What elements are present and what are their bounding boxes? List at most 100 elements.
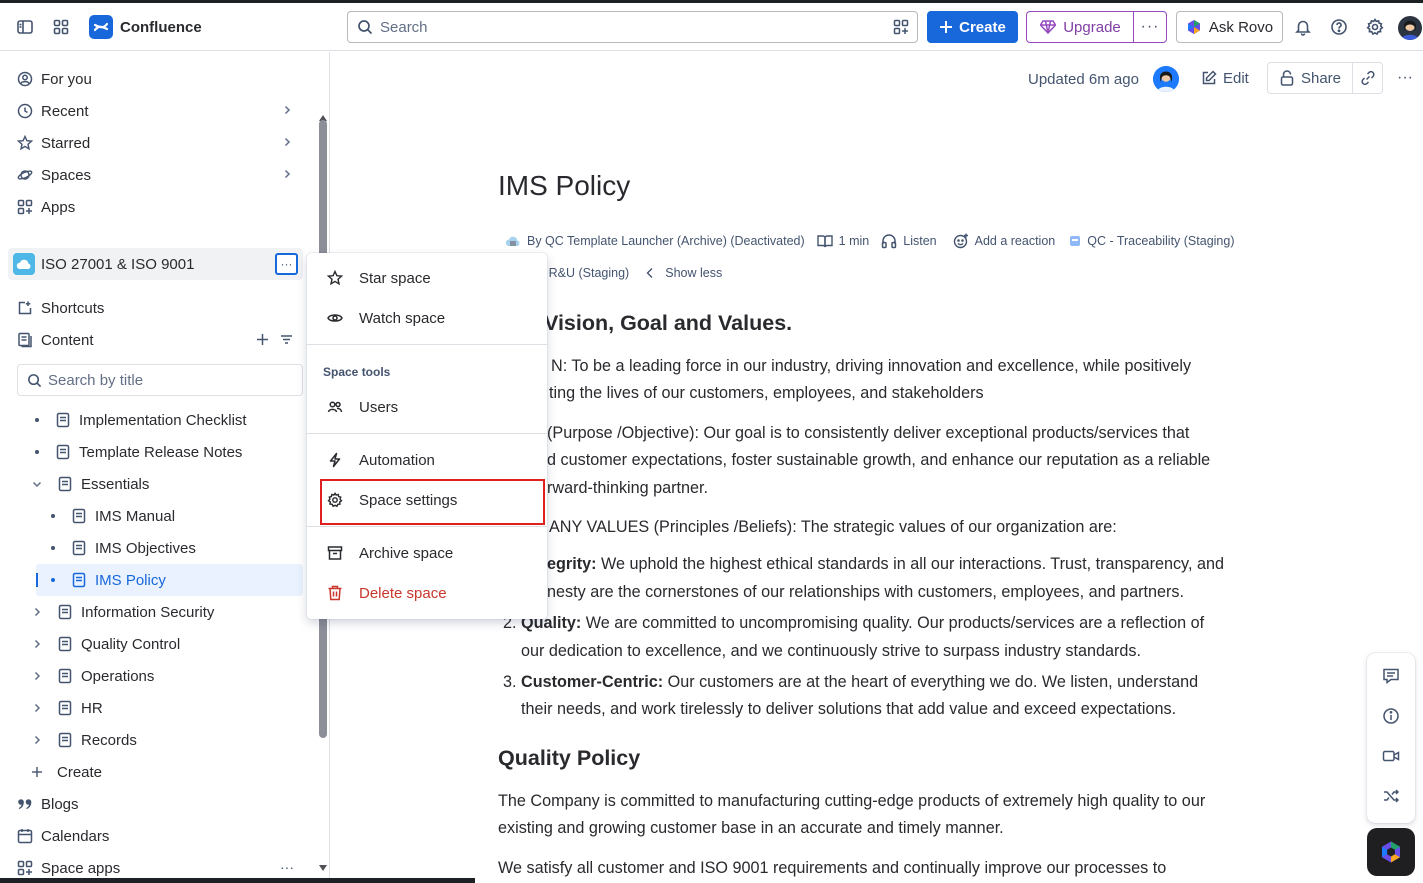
pencil-icon bbox=[1202, 70, 1217, 85]
tree-item-implementation-checklist[interactable]: Implementation Checklist bbox=[35, 405, 247, 435]
value-quality-line-2: our dedication to excellence, and we con… bbox=[521, 642, 1141, 660]
sidebar-item-apps[interactable]: Apps bbox=[8, 192, 303, 222]
value-customer-line-1: Customer-Centric: Our customers are at t… bbox=[521, 669, 1198, 697]
edit-button[interactable]: Edit bbox=[1201, 62, 1255, 94]
sidebar-item-starred[interactable]: Starred bbox=[8, 128, 303, 158]
global-search-input[interactable]: Search bbox=[347, 11, 918, 43]
chevron-right-icon[interactable] bbox=[31, 638, 43, 650]
tree-item-essentials[interactable]: Essentials bbox=[31, 469, 149, 499]
share-label: Share bbox=[1300, 69, 1342, 87]
menu-item-watch-space[interactable]: Watch space bbox=[307, 298, 547, 338]
eye-icon bbox=[327, 310, 343, 326]
page-title: IMS Policy bbox=[498, 170, 631, 201]
chevron-down-icon[interactable] bbox=[31, 478, 43, 490]
sidebar-item-content[interactable]: Content bbox=[8, 325, 303, 355]
bell-icon[interactable] bbox=[1291, 15, 1315, 39]
info-icon[interactable] bbox=[1381, 706, 1401, 726]
app-name: Confluence bbox=[120, 18, 202, 36]
current-space-header[interactable]: ISO 27001 & ISO 9001 ··· bbox=[8, 248, 303, 280]
menu-item-archive-space[interactable]: Archive space bbox=[307, 533, 547, 573]
chevron-right-icon[interactable] bbox=[281, 104, 293, 116]
chevron-right-icon[interactable] bbox=[31, 606, 43, 618]
page-icon bbox=[57, 668, 73, 684]
search-by-title-input[interactable]: Search by title bbox=[17, 364, 303, 396]
rovo-chat-button[interactable] bbox=[1367, 828, 1415, 876]
chevron-right-icon[interactable] bbox=[31, 702, 43, 714]
comment-icon[interactable] bbox=[1381, 666, 1401, 686]
tree-item-records[interactable]: Records bbox=[31, 725, 137, 755]
tree-item-operations[interactable]: Operations bbox=[31, 661, 154, 691]
user-avatar[interactable] bbox=[1398, 16, 1422, 40]
chevron-right-icon[interactable] bbox=[31, 670, 43, 682]
lock-icon bbox=[1280, 70, 1294, 86]
bullet bbox=[35, 418, 39, 422]
listen-button[interactable]: Listen bbox=[903, 234, 936, 248]
tree-item-quality-control[interactable]: Quality Control bbox=[31, 629, 180, 659]
menu-divider bbox=[307, 526, 547, 527]
shuffle-icon[interactable] bbox=[1381, 786, 1401, 806]
sidebar-item-calendars[interactable]: Calendars bbox=[8, 821, 303, 851]
more-horizontal-icon[interactable]: ··· bbox=[280, 859, 294, 875]
tree-item-information-security[interactable]: Information Security bbox=[31, 597, 214, 627]
add-content-icon[interactable] bbox=[256, 333, 269, 346]
settings-icon[interactable] bbox=[1363, 15, 1387, 39]
rovo-icon bbox=[1382, 841, 1400, 863]
page-more-actions-button[interactable]: ··· bbox=[1393, 66, 1417, 90]
tree-item-label: Operations bbox=[81, 667, 155, 685]
label-qc-traceability[interactable]: QC - Traceability (Staging) bbox=[1087, 234, 1234, 248]
page-owner-avatar[interactable] bbox=[1153, 66, 1179, 92]
value-term: egrity: bbox=[547, 555, 597, 573]
create-button[interactable]: Create bbox=[927, 11, 1018, 43]
chevron-right-icon[interactable] bbox=[281, 136, 293, 148]
quality-policy-line-2: existing and growing customer base in an… bbox=[498, 819, 1004, 837]
space-more-actions-button[interactable]: ··· bbox=[275, 253, 298, 275]
byline-author[interactable]: By QC Template Launcher (Archive) (Deact… bbox=[527, 234, 805, 248]
tree-item-label: Template Release Notes bbox=[79, 443, 243, 461]
app-switcher-icon[interactable] bbox=[49, 15, 73, 39]
sidebar-item-label: Content bbox=[41, 331, 94, 349]
bullet bbox=[51, 514, 55, 518]
shortcut-icon bbox=[17, 300, 33, 316]
menu-item-users[interactable]: Users bbox=[307, 387, 547, 427]
copy-link-button[interactable] bbox=[1352, 62, 1383, 94]
tree-item-ims-manual[interactable]: IMS Manual bbox=[51, 501, 175, 531]
sidebar-item-shortcuts[interactable]: Shortcuts bbox=[8, 293, 303, 323]
tree-item-template-release-notes[interactable]: Template Release Notes bbox=[35, 437, 242, 467]
menu-item-delete-space[interactable]: Delete space bbox=[307, 573, 547, 613]
sidebar-item-blogs[interactable]: Blogs bbox=[8, 789, 303, 819]
share-button[interactable]: Share bbox=[1267, 62, 1353, 94]
chevron-right-icon[interactable] bbox=[31, 734, 43, 746]
help-icon[interactable] bbox=[1327, 15, 1351, 39]
sidebar-item-for-you[interactable]: For you bbox=[8, 64, 303, 94]
sidebar-toggle-icon[interactable] bbox=[13, 15, 37, 39]
chevron-right-icon[interactable] bbox=[281, 168, 293, 180]
tree-item-hr[interactable]: HR bbox=[31, 693, 103, 723]
menu-item-star-space[interactable]: Star space bbox=[307, 258, 547, 298]
trash-icon bbox=[327, 585, 343, 601]
filter-icon[interactable] bbox=[280, 333, 293, 346]
tree-create-button[interactable]: Create bbox=[31, 757, 102, 787]
goal-line-2: d customer expectations, foster sustaina… bbox=[547, 451, 1211, 469]
menu-item-automation[interactable]: Automation bbox=[307, 440, 547, 480]
more-horizontal-icon: ··· bbox=[1397, 69, 1413, 86]
tree-item-label: Quality Control bbox=[81, 635, 181, 653]
label-ru-staging[interactable]: - R&U (Staging) bbox=[541, 266, 629, 280]
show-less-button[interactable]: Show less bbox=[665, 266, 722, 280]
search-filters-icon[interactable] bbox=[893, 19, 909, 35]
add-reaction-button[interactable]: Add a reaction bbox=[975, 234, 1056, 248]
sidebar-item-recent[interactable]: Recent bbox=[8, 96, 303, 126]
ask-rovo-button[interactable]: Ask Rovo bbox=[1176, 11, 1283, 43]
star-icon bbox=[327, 270, 343, 286]
tree-item-label: IMS Manual bbox=[95, 507, 176, 525]
tree-item-ims-policy[interactable]: IMS Policy bbox=[51, 565, 166, 595]
confluence-logo[interactable]: Confluence bbox=[89, 15, 202, 39]
upgrade-more-button[interactable]: ··· bbox=[1133, 11, 1167, 43]
sidebar-item-spaces[interactable]: Spaces bbox=[8, 160, 303, 190]
quality-policy-line-1: The Company is committed to manufacturin… bbox=[498, 792, 1206, 810]
scroll-down-icon[interactable] bbox=[318, 864, 328, 872]
tree-item-ims-objectives[interactable]: IMS Objectives bbox=[51, 533, 196, 563]
value-term: Customer-Centric: bbox=[521, 673, 664, 691]
menu-divider bbox=[307, 344, 547, 345]
upgrade-button[interactable]: Upgrade bbox=[1026, 11, 1134, 43]
video-icon[interactable] bbox=[1381, 746, 1401, 766]
